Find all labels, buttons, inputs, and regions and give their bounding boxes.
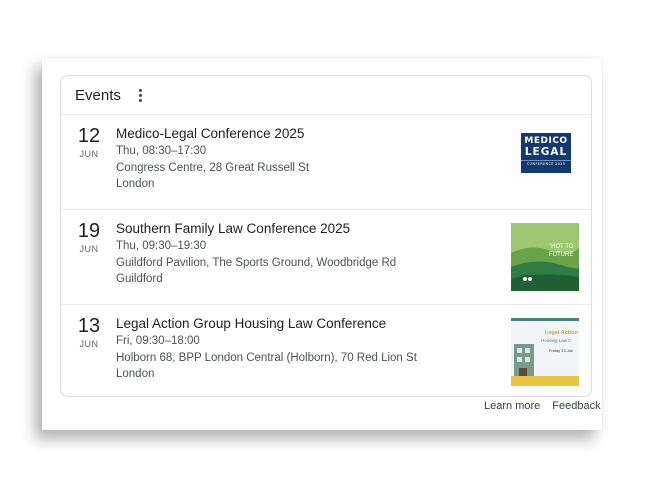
event-thumbnail[interactable]: Legal Action Housing Law C Friday 13 Jun <box>511 318 579 386</box>
conference-flyer-image: Legal Action Housing Law C Friday 13 Jun <box>511 318 579 386</box>
event-date: 13 JUN <box>75 315 103 349</box>
event-title[interactable]: Legal Action Group Housing Law Conferenc… <box>116 315 486 333</box>
event-thumbnail[interactable]: MEDICO LEGAL CONFERENCE 2025 <box>513 128 579 178</box>
event-item[interactable]: 13 JUN Legal Action Group Housing Law Co… <box>61 305 591 396</box>
event-venue: Holborn 68, BPP London Central (Holborn)… <box>116 351 417 364</box>
event-day: 13 <box>77 315 101 337</box>
event-title[interactable]: Southern Family Law Conference 2025 <box>116 220 486 238</box>
event-time: Fri, 09:30–18:00 <box>116 335 200 347</box>
feedback-link[interactable]: Feedback <box>552 400 600 412</box>
events-header: Events <box>61 76 591 115</box>
event-info: Legal Action Group Housing Law Conferenc… <box>116 315 486 383</box>
event-month: JUN <box>79 149 99 159</box>
event-day: 19 <box>77 220 101 242</box>
events-title: Events <box>75 86 121 104</box>
event-time: Thu, 08:30–17:30 <box>116 145 207 157</box>
events-card: Events 12 JUN Medico-Legal Conference 20… <box>60 75 592 397</box>
event-city: London <box>116 368 155 380</box>
event-city: Guildford <box>116 273 163 285</box>
medico-legal-logo: MEDICO LEGAL CONFERENCE 2025 <box>521 133 571 173</box>
event-venue: Guildford Pavilion, The Sports Ground, W… <box>116 256 397 269</box>
event-city: London <box>116 178 155 190</box>
event-month: JUN <box>79 339 99 349</box>
event-day: 12 <box>77 125 101 147</box>
event-info: Southern Family Law Conference 2025 Thu,… <box>116 220 486 288</box>
learn-more-link[interactable]: Learn more <box>484 400 540 412</box>
event-venue: Congress Centre, 28 Great Russell St <box>116 161 310 174</box>
event-date: 19 JUN <box>75 220 103 254</box>
more-vertical-icon[interactable] <box>133 87 149 103</box>
landscape-image: "HOT TO FUTURE <box>511 223 579 291</box>
event-item[interactable]: 19 JUN Southern Family Law Conference 20… <box>61 210 591 305</box>
event-date: 12 JUN <box>75 125 103 159</box>
event-thumbnail[interactable]: "HOT TO FUTURE <box>511 223 579 291</box>
card-footer: Learn more Feedback <box>484 400 601 412</box>
event-month: JUN <box>79 244 99 254</box>
event-title[interactable]: Medico-Legal Conference 2025 <box>116 125 486 143</box>
thumbnail-text: "HOT TO FUTURE <box>549 244 574 258</box>
event-info: Medico-Legal Conference 2025 Thu, 08:30–… <box>116 125 486 193</box>
event-item[interactable]: 12 JUN Medico-Legal Conference 2025 Thu,… <box>61 115 591 210</box>
event-time: Thu, 09:30–19:30 <box>116 240 207 252</box>
